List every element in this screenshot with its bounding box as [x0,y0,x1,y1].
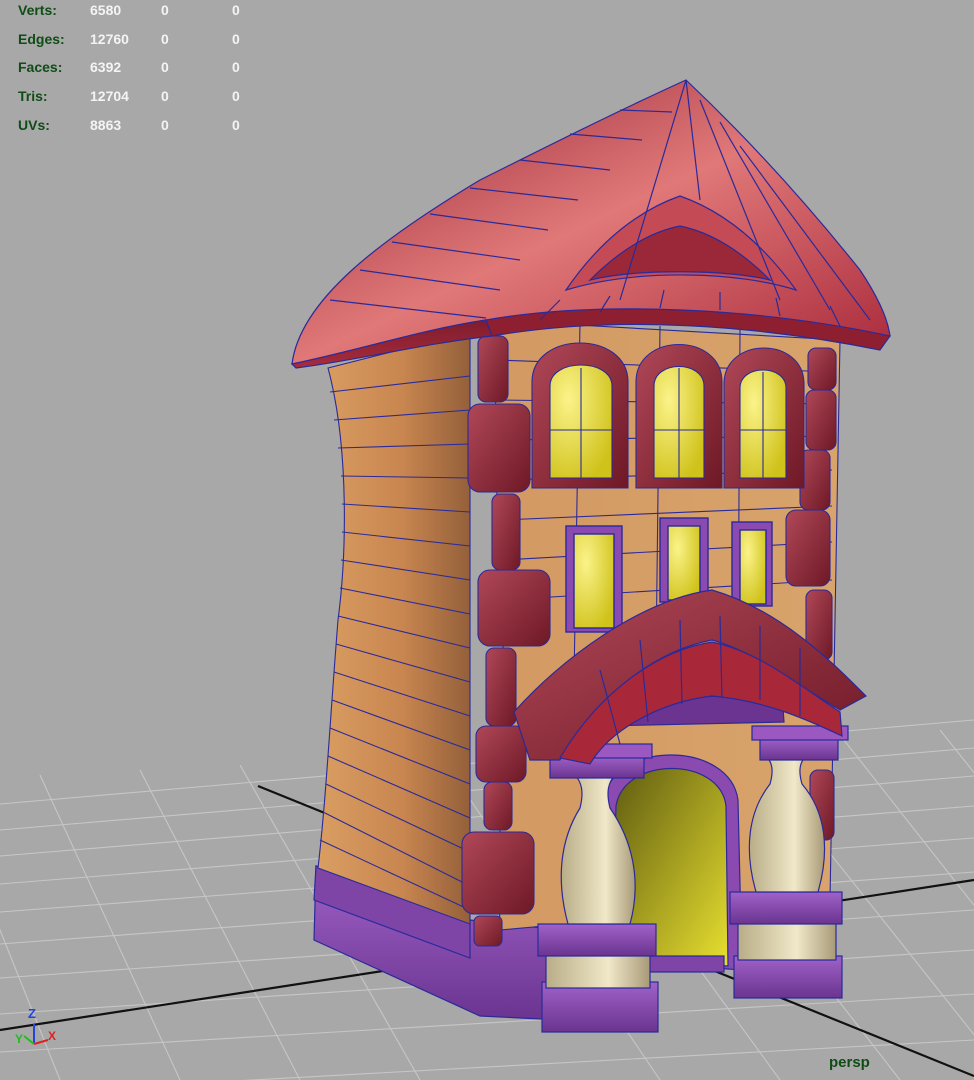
axis-gizmo-icon: Z Y X [15,1006,56,1046]
hud-component-value: 0 [232,2,240,18]
axis-z-label: Z [28,1006,36,1021]
hud-component-value: 0 [232,30,240,47]
hud-label: Edges: [18,30,65,47]
camera-name-label: persp [829,1054,870,1071]
hud-label: UVs: [18,116,50,133]
hud-component-value: 0 [232,59,240,76]
hud-selected-value: 0 [161,59,169,76]
hud-label: Verts: [18,2,57,18]
hud-selected-value: 0 [161,30,169,47]
hud-value: 12760 [90,30,129,47]
hud-component-value: 0 [232,88,240,105]
hud-label: Tris: [18,88,48,105]
hud-value: 6580 [90,2,122,18]
scene-view[interactable] [0,0,974,1080]
hud-label: Faces: [18,59,63,76]
side-wall [317,331,471,925]
axis-y-label: Y [15,1032,23,1046]
hud-component-value: 0 [232,116,240,133]
hud-value: 6392 [90,59,122,76]
hud-selected-value: 0 [161,88,169,105]
perspective-viewport[interactable]: Verts: 6580 0 0 Edges: 12760 0 0 Faces: … [0,0,974,1080]
hud-value: 8863 [90,116,122,133]
axis-x-label: X [48,1029,56,1043]
upper-windows [531,342,805,489]
hud-selected-value: 0 [161,2,169,18]
hud-selected-value: 0 [161,116,169,133]
roof [290,79,892,369]
hud-value: 12704 [90,88,129,105]
